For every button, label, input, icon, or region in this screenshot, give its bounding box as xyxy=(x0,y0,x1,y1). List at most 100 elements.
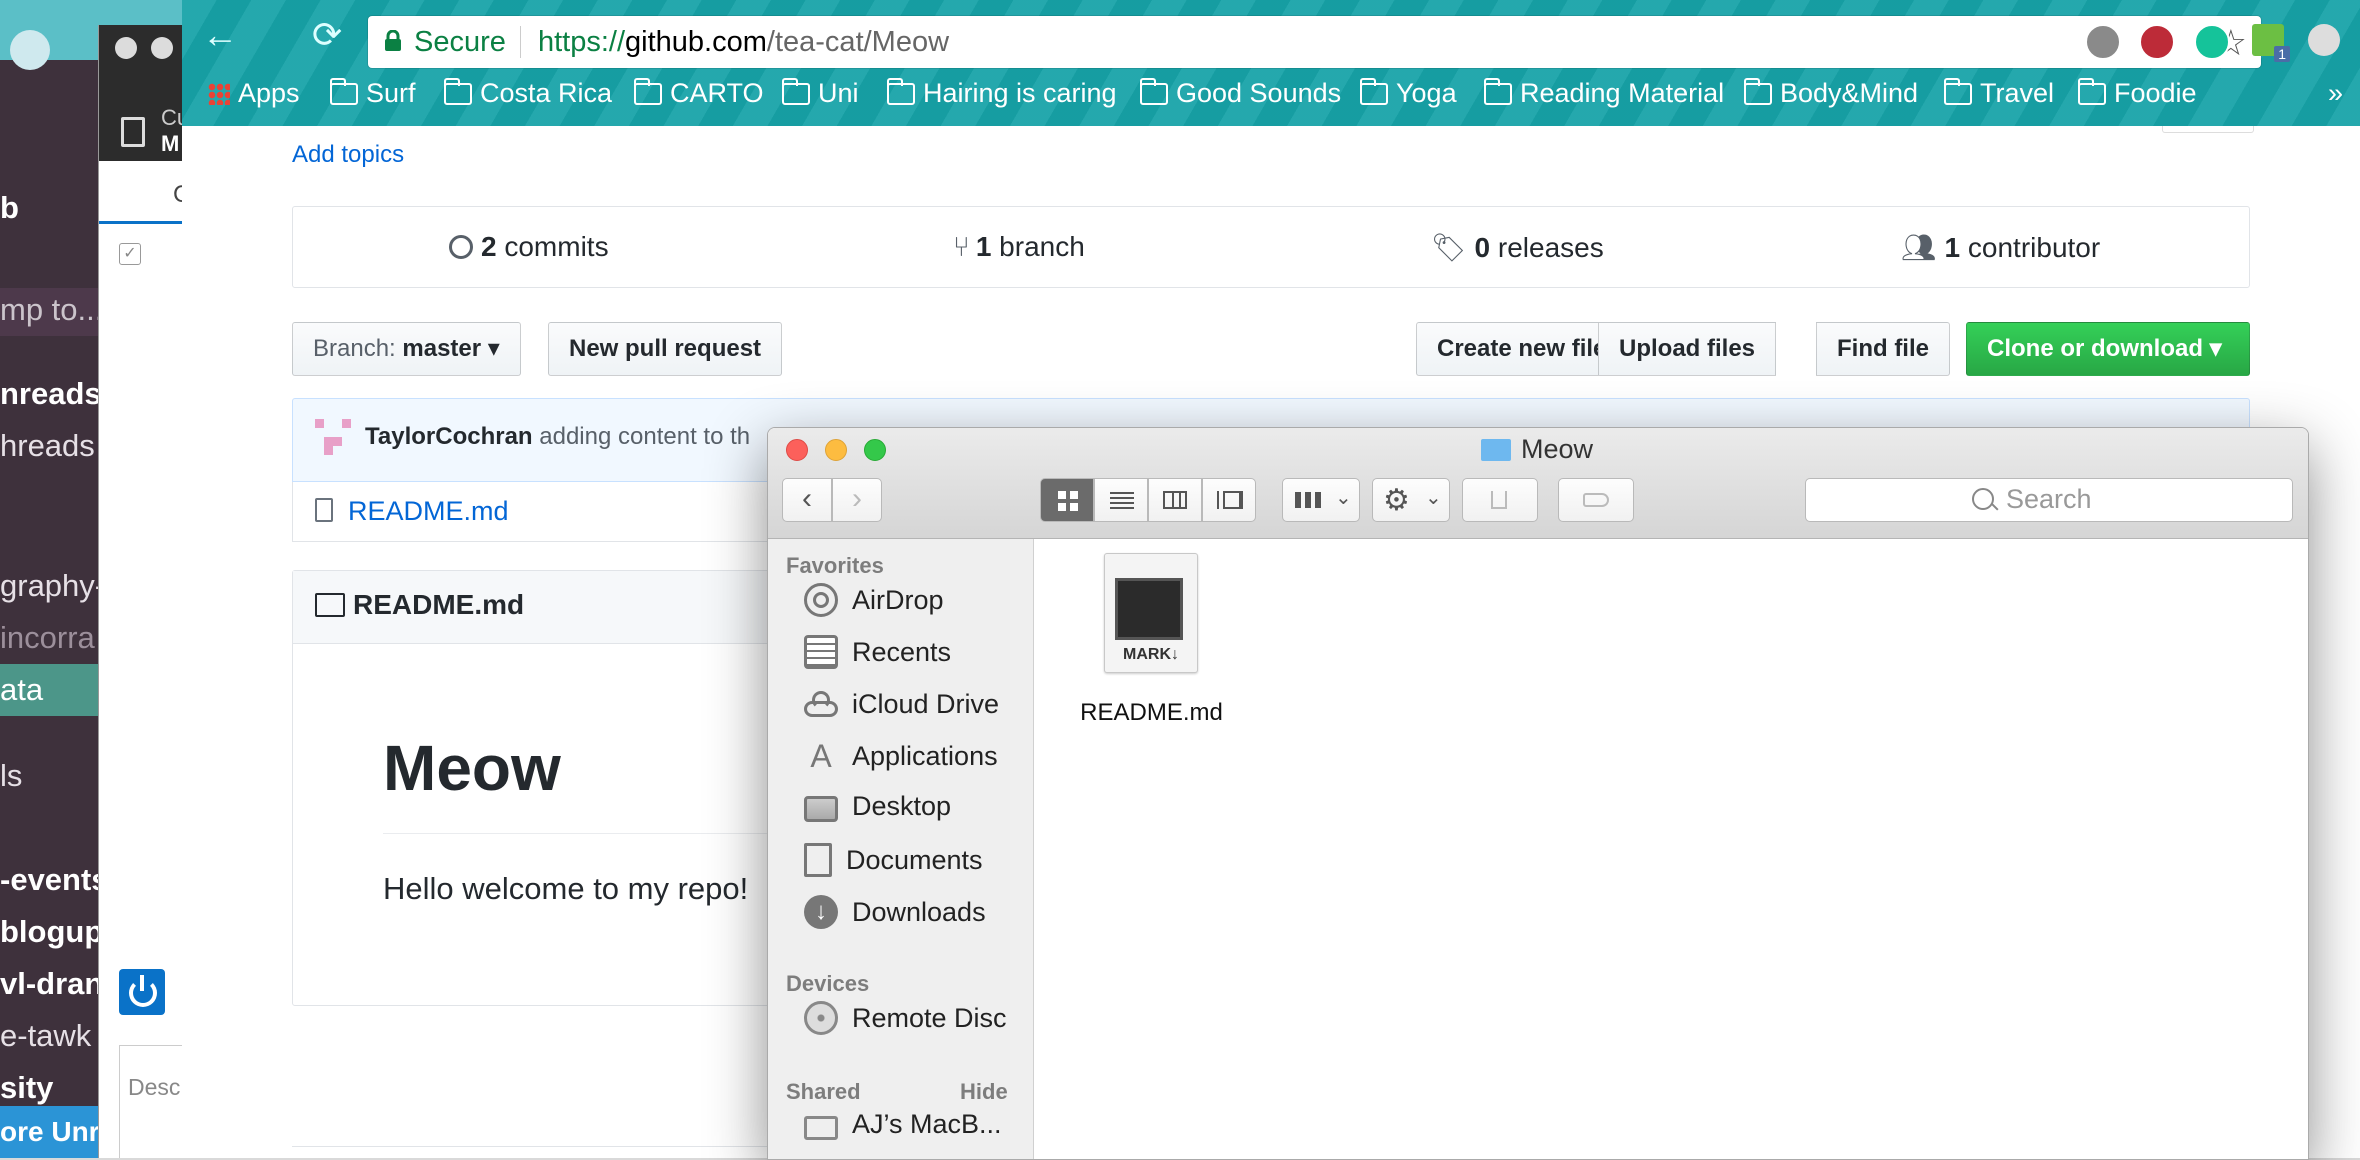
search-placeholder: Search xyxy=(2006,484,2092,514)
list-view-button[interactable] xyxy=(1094,478,1148,522)
clone-or-download-button[interactable]: Clone or download ▾ xyxy=(1966,322,2250,376)
bookmark-folder[interactable]: Uni xyxy=(782,77,859,109)
slack-channel[interactable]: vl-dran xyxy=(0,966,103,1002)
upload-files-button[interactable]: Upload files xyxy=(1598,322,1777,376)
folder-icon xyxy=(1744,77,1772,105)
window-minimize-button[interactable] xyxy=(151,37,173,59)
url-text: https://github.com/tea-cat/Meow xyxy=(538,26,950,58)
bookmark-folder[interactable]: Costa Rica xyxy=(444,77,612,109)
sidebar-item-icloud[interactable]: iCloud Drive xyxy=(804,687,999,721)
gallery-view-icon xyxy=(1217,491,1243,509)
folder-icon xyxy=(1481,438,1511,461)
sidebar-item-downloads[interactable]: ↓ Downloads xyxy=(804,895,986,929)
bookmark-folder[interactable]: Travel xyxy=(1944,77,2054,109)
bookmark-folder[interactable]: CARTO xyxy=(634,77,764,109)
slack-channel[interactable]: nreads xyxy=(0,376,102,412)
window-close-button[interactable] xyxy=(115,37,137,59)
finder-back-button[interactable]: ‹ xyxy=(782,478,832,522)
readme-body-text: Hello welcome to my repo! xyxy=(383,871,749,906)
action-menu-button[interactable]: ⚙ ⌄ xyxy=(1372,478,1450,522)
sidebar-item-remote-disc[interactable]: Remote Disc xyxy=(804,1001,1007,1035)
applications-icon: A xyxy=(810,738,832,774)
bookmark-folder[interactable]: Good Sounds xyxy=(1140,77,1341,109)
icon-view-button[interactable] xyxy=(1040,478,1094,522)
readme-header-title: README.md xyxy=(353,589,525,620)
bookmark-apps[interactable]: Apps xyxy=(208,78,300,109)
branch-select-button[interactable]: Branch: master ▾ xyxy=(292,322,521,376)
power-icon[interactable] xyxy=(119,969,165,1015)
window-minimize-button[interactable] xyxy=(825,439,847,461)
sidebar-item-desktop[interactable]: Desktop xyxy=(804,791,951,822)
extension-hand-icon[interactable] xyxy=(2085,24,2121,60)
apps-grid-icon xyxy=(208,82,230,105)
folder-icon xyxy=(330,77,358,105)
slack-jump-to[interactable]: mp to... xyxy=(0,292,103,328)
slack-channel[interactable]: incorra xyxy=(0,620,95,656)
finder-forward-button[interactable]: › xyxy=(832,478,882,522)
sidebar-item-recents[interactable]: Recents xyxy=(804,635,951,669)
folder-icon xyxy=(782,77,810,105)
find-file-button[interactable]: Find file xyxy=(1816,322,1950,376)
edit-tags-button[interactable] xyxy=(1558,478,1634,522)
author-avatar[interactable] xyxy=(315,419,351,455)
releases-stat[interactable]: 🏷︎ 0 releases xyxy=(1431,231,1604,264)
caret-down-icon: ▾ xyxy=(2209,335,2222,362)
bookmark-folder[interactable]: Yoga xyxy=(1360,77,1457,109)
branches-stat[interactable]: ⑂ 1 branch xyxy=(953,231,1085,263)
extension-grid-icon[interactable]: 1 xyxy=(2252,24,2290,62)
description-field[interactable]: Desc xyxy=(119,1045,185,1158)
group-by-button[interactable]: ⌄ xyxy=(1282,478,1360,522)
slack-avatar xyxy=(10,30,50,70)
bookmark-folder[interactable]: Foodie xyxy=(2078,77,2197,109)
slack-channel[interactable]: e-tawk xyxy=(0,1018,91,1054)
sidebar-item-applications[interactable]: A Applications xyxy=(804,738,997,774)
grammarly-icon[interactable] xyxy=(2194,24,2230,60)
tab-underline xyxy=(99,221,185,224)
add-topics-link[interactable]: Add topics xyxy=(292,141,404,169)
commits-stat[interactable]: 2 commits xyxy=(449,231,609,263)
slack-team-name[interactable]: b xyxy=(0,190,19,226)
finder-search-field[interactable]: Search xyxy=(1805,478,2293,522)
folder-icon xyxy=(444,77,472,105)
file-name-label[interactable]: README.md xyxy=(1064,699,1239,727)
downloads-icon: ↓ xyxy=(804,895,838,929)
slack-channel[interactable]: blogup xyxy=(0,914,103,950)
shared-hide-button[interactable]: Hide xyxy=(960,1079,1008,1105)
commit-author-link[interactable]: TaylorCochran xyxy=(365,423,533,450)
bookmark-folder[interactable]: Surf xyxy=(330,77,416,109)
slack-channel[interactable]: hreads xyxy=(0,428,95,464)
folder-icon xyxy=(1944,77,1972,105)
secure-label: Secure xyxy=(414,26,506,58)
sidebar-item-documents[interactable]: Documents xyxy=(804,843,983,877)
address-bar[interactable]: Secure https://github.com/tea-cat/Meow ☆ xyxy=(368,16,2261,68)
slack-channel[interactable]: -events xyxy=(0,862,109,898)
bookmark-folder[interactable]: Hairing is caring xyxy=(887,77,1117,109)
gallery-view-button[interactable] xyxy=(1202,478,1256,522)
upload-extension-icon[interactable] xyxy=(2308,24,2340,56)
window-close-button[interactable] xyxy=(786,439,808,461)
slack-channel[interactable]: ls xyxy=(0,758,22,794)
sidebar-item-shared-computer[interactable]: AJ’s MacB... xyxy=(804,1109,1002,1140)
reload-button[interactable]: ⟳ xyxy=(312,14,342,56)
pinterest-icon[interactable] xyxy=(2139,24,2175,60)
share-button[interactable] xyxy=(1462,478,1538,522)
back-button[interactable]: ← xyxy=(202,14,238,56)
slack-channel[interactable]: sity xyxy=(0,1070,53,1106)
file-link-readme[interactable]: README.md xyxy=(348,496,509,527)
file-item-readme[interactable]: MARK↓ xyxy=(1080,553,1210,713)
gear-icon: ⚙ xyxy=(1383,484,1410,517)
new-pull-request-button[interactable]: New pull request xyxy=(548,322,783,376)
contributors-stat[interactable]: 👥︎ 1 contributor xyxy=(1901,231,2100,264)
checkbox[interactable]: ✓ xyxy=(119,243,141,265)
column-view-button[interactable] xyxy=(1148,478,1202,522)
documents-icon xyxy=(804,843,832,877)
bookmark-folder[interactable]: Reading Material xyxy=(1484,77,1724,109)
bookmarks-overflow-button[interactable]: » xyxy=(2328,78,2343,109)
background-app-titlebar xyxy=(99,25,185,95)
commit-message[interactable]: adding content to th xyxy=(539,423,750,450)
slack-channel[interactable]: graphy- xyxy=(0,568,105,604)
bookmark-folder[interactable]: Body&Mind xyxy=(1744,77,1918,109)
window-zoom-button[interactable] xyxy=(864,439,886,461)
sidebar-item-airdrop[interactable]: AirDrop xyxy=(804,583,944,617)
create-new-file-button[interactable]: Create new file xyxy=(1416,322,1628,376)
